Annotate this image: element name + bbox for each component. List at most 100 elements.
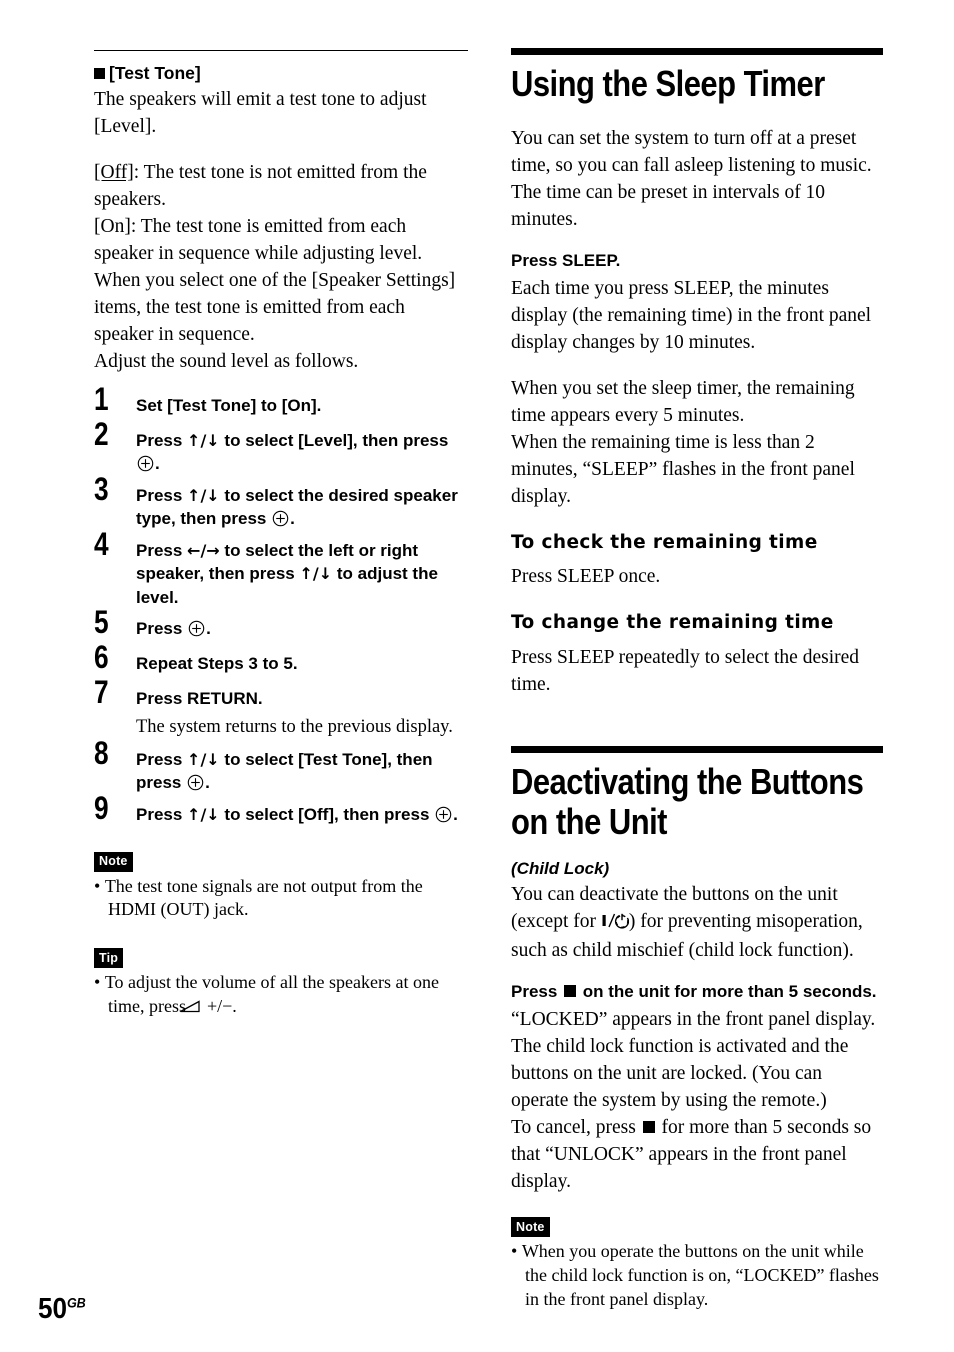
- sleep-timer-rule: [511, 48, 883, 55]
- deactivating-rule: [511, 745, 883, 753]
- step-5-number: 5: [94, 604, 109, 641]
- step-7-number: 7: [94, 674, 109, 711]
- step-2-text-before: Press: [136, 431, 188, 450]
- left-column-rule: [94, 50, 468, 51]
- note-badge: Note: [94, 851, 133, 872]
- step-7-text: Press RETURN.: [136, 689, 263, 709]
- right-note-block: Note • When you operate the buttons on t…: [511, 1217, 883, 1312]
- on-text: : The test tone is emitted from each spe…: [94, 216, 456, 345]
- locked-paragraph: “LOCKED” appears in the front panel disp…: [511, 1009, 876, 1112]
- power-standby-icon: [601, 910, 629, 937]
- step-2-text-after: .: [155, 454, 160, 474]
- step-4-number: 4: [94, 525, 109, 562]
- step-9-text-before: Press: [136, 804, 188, 824]
- step-6: 6 Repeat Steps 3 to 5.: [94, 641, 469, 679]
- step-9-number: 9: [94, 789, 109, 826]
- child-lock-label: (Child Lock): [511, 858, 610, 878]
- step-7: 7 Press RETURN. The system returns to th…: [94, 676, 469, 739]
- step-3-text-before: Press: [136, 485, 188, 505]
- left-column: [Test Tone] The speakers will emit a tes…: [94, 0, 469, 1021]
- volume-wedge-icon: [179, 996, 201, 1020]
- circled-plus-icon: [435, 806, 452, 823]
- step-1-number: 1: [94, 381, 109, 417]
- test-tone-intro: The speakers will emit a test tone to ad…: [94, 86, 469, 140]
- left-tip-list: • To adjust the volume of all the speake…: [94, 971, 469, 1020]
- page-region-code: GB: [67, 1294, 86, 1311]
- test-tone-heading-label: [Test Tone]: [109, 63, 201, 83]
- sleep-paragraph-1: Each time you press SLEEP, the minutes d…: [511, 278, 872, 354]
- off-label: [Off]: [94, 162, 134, 183]
- test-tone-steps: 1 Set [Test Tone] to [On]. 2 Press ↑/↓ t…: [94, 383, 469, 830]
- circled-plus-icon: [188, 620, 205, 637]
- check-remaining-time-text: Press SLEEP once.: [511, 566, 661, 588]
- cancel-text-before: To cancel, press: [511, 1117, 641, 1139]
- bullet-dot: •: [94, 875, 105, 896]
- change-remaining-time-heading: To change the remaining time: [511, 612, 834, 634]
- on-description: [On]: The test tone is emitted from each…: [94, 213, 469, 348]
- left-note-list: • The test tone signals are not output f…: [94, 875, 469, 923]
- press-stop-text-before: Press: [511, 981, 563, 1001]
- stop-square-icon: [642, 1121, 655, 1134]
- step-8: 8 Press ↑/↓ to select [Test Tone], then …: [94, 737, 469, 795]
- child-lock-paragraph: You can deactivate the buttons on the un…: [511, 881, 883, 964]
- up-down-arrows-icon: ↑/↓: [187, 804, 220, 824]
- sleep-paragraph-2: When you set the sleep timer, the remain…: [511, 378, 855, 427]
- step-8-text-before: Press: [136, 749, 188, 769]
- up-down-arrows-icon: ↑/↓: [299, 564, 333, 584]
- right-column: Using the Sleep Timer You can set the sy…: [511, 0, 883, 1313]
- step-3: 3 Press ↑/↓ to select the desired speake…: [94, 473, 469, 531]
- step-3-text: Press ↑/↓ to select the desired speaker …: [136, 481, 469, 531]
- up-down-arrows-icon: ↑/↓: [187, 749, 220, 769]
- step-5-text: Press .: [136, 614, 469, 640]
- circled-plus-icon: [137, 455, 154, 472]
- left-note-item-text: The test tone signals are not output fro…: [104, 875, 423, 920]
- deactivating-heading: Deactivating the Buttons on the Unit: [511, 760, 864, 843]
- left-right-arrows-icon: ←/→: [187, 540, 220, 560]
- step-9-text: Press ↑/↓ to select [Off], then press .: [136, 800, 469, 826]
- step-2: 2 Press ↑/↓ to select [Level], then pres…: [94, 418, 469, 476]
- sleep-timer-intro: You can set the system to turn off at a …: [511, 127, 872, 230]
- on-label: [On]: [94, 216, 131, 237]
- press-sleep-heading: Press SLEEP.: [511, 250, 621, 270]
- step-9-text-mid: to select [Off], then press: [219, 804, 430, 824]
- step-3-number: 3: [94, 470, 109, 507]
- step-8-text: Press ↑/↓ to select [Test Tone], then pr…: [136, 745, 469, 795]
- test-tone-intro-line1: The speakers will emit a test tone to ad…: [94, 89, 427, 110]
- up-down-arrows-icon: ↑/↓: [187, 485, 220, 505]
- off-text: : The test tone is not emitted from the …: [94, 162, 427, 210]
- left-tip-text-after: +/−.: [202, 996, 237, 1017]
- step-4-text: Press ←/→ to select the left or right sp…: [136, 536, 469, 609]
- step-2-text: Press ↑/↓ to select [Level], then press …: [136, 426, 469, 476]
- step-5: 5 Press .: [94, 606, 469, 644]
- right-note-item: • When you operate the buttons on the un…: [511, 1240, 883, 1312]
- press-stop-text-after: on the unit for more than 5 seconds.: [578, 981, 877, 1001]
- step-1: 1 Set [Test Tone] to [On].: [94, 383, 469, 421]
- step-3-text-after: .: [290, 509, 295, 529]
- page-number-value: 50: [38, 1293, 68, 1325]
- step-9-text-after: .: [453, 804, 458, 824]
- step-6-text: Repeat Steps 3 to 5.: [136, 654, 298, 674]
- step-5-text-before: Press: [136, 619, 183, 639]
- step-4: 4 Press ←/→ to select the left or right …: [94, 528, 469, 609]
- left-tip-text-before: To adjust the volume of all the speakers…: [104, 972, 439, 1017]
- circled-plus-icon: [272, 510, 289, 527]
- right-note-list: • When you operate the buttons on the un…: [511, 1240, 883, 1312]
- step-1-text: Set [Test Tone] to [On].: [136, 396, 322, 415]
- check-remaining-time-heading: To check the remaining time: [511, 532, 818, 554]
- note-badge: Note: [511, 1217, 550, 1238]
- test-tone-intro-line2: [Level].: [94, 116, 157, 137]
- left-tip-block: Tip • To adjust the volume of all the sp…: [94, 948, 469, 1020]
- sleep-paragraph-3: When the remaining time is less than 2 m…: [511, 432, 855, 508]
- black-square-bullet-icon: [94, 68, 105, 79]
- page-number: 50GB: [38, 1295, 86, 1324]
- left-note-item: • The test tone signals are not output f…: [94, 875, 469, 923]
- stop-square-icon: [564, 984, 577, 997]
- off-description: [Off]: The test tone is not emitted from…: [94, 159, 469, 213]
- adjust-sound-level-line: Adjust the sound level as follows.: [94, 351, 359, 372]
- test-tone-section-heading: [Test Tone]: [94, 63, 469, 84]
- step-8-text-after: .: [205, 773, 210, 793]
- step-7-note: The system returns to the previous displ…: [136, 716, 453, 737]
- sleep-timer-heading: Using the Sleep Timer: [511, 63, 825, 104]
- bullet-dot: •: [94, 972, 105, 993]
- circled-plus-icon: [187, 774, 204, 791]
